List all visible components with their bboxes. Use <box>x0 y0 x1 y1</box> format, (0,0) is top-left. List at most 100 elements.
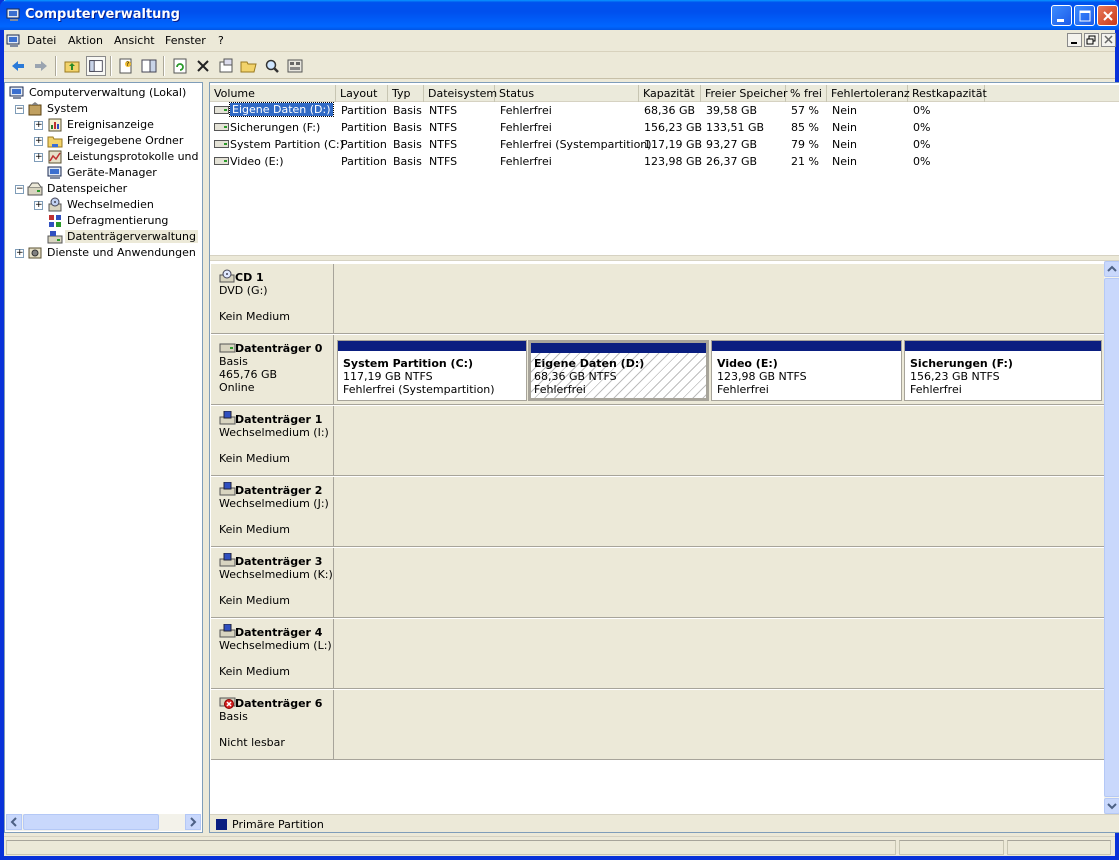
type-cell: Basis <box>393 155 422 168</box>
tree-item-event-viewer[interactable]: Ereignisanzeige <box>47 117 202 133</box>
disk-info[interactable]: Datenträger 3 Wechselmedium (K:) Kein Me… <box>211 548 334 617</box>
collapse-toggle[interactable]: − <box>15 185 24 194</box>
disk-view-vertical-scrollbar[interactable] <box>1104 261 1119 814</box>
show-hide-action-pane-icon[interactable] <box>139 56 159 76</box>
partition-e[interactable]: Video (E:) 123,98 GB NTFS Fehlerfrei <box>711 340 902 401</box>
search-icon[interactable] <box>262 56 282 76</box>
volume-row[interactable]: System Partition (C:) Partition Basis NT… <box>210 136 1119 153</box>
maximize-button[interactable] <box>1074 5 1095 26</box>
child-minimize-button[interactable] <box>1067 33 1082 47</box>
disk-row-disk4[interactable]: Datenträger 4 Wechselmedium (L:) Kein Me… <box>211 619 1104 689</box>
menu-aktion[interactable]: Aktion <box>68 34 103 47</box>
tree-label: Datenspeicher <box>47 182 128 195</box>
tree-item-system[interactable]: System <box>27 101 202 117</box>
tree-item-defragmentation[interactable]: Defragmentierung <box>47 213 202 229</box>
properties-icon[interactable] <box>216 56 236 76</box>
tree-item-shared-folders[interactable]: Freigegebene Ordner <box>47 133 202 149</box>
close-button[interactable] <box>1097 5 1118 26</box>
tree-item-removable-storage[interactable]: Wechselmedien <box>47 197 202 213</box>
partition-c[interactable]: System Partition (C:) 117,19 GB NTFS Feh… <box>337 340 527 401</box>
disk-info[interactable]: Datenträger 4 Wechselmedium (L:) Kein Me… <box>211 619 334 688</box>
delete-icon[interactable] <box>193 56 213 76</box>
title-bar[interactable]: Computerverwaltung <box>0 0 1119 30</box>
open-folder-icon[interactable] <box>239 56 259 76</box>
disk-info[interactable]: CD 1 DVD (G:) Kein Medium <box>211 264 334 333</box>
column-header-type[interactable]: Typ <box>388 85 424 102</box>
menu-fenster[interactable]: Fenster <box>165 34 206 47</box>
overhead-cell: 0% <box>913 138 931 151</box>
column-header-overhead[interactable]: Restkapazität <box>908 85 987 102</box>
column-header-capacity[interactable]: Kapazität <box>639 85 701 102</box>
expand-toggle[interactable]: + <box>34 121 43 130</box>
column-header-free-space[interactable]: Freier Speicher <box>701 85 788 102</box>
tree-item-device-manager[interactable]: Geräte-Manager <box>47 165 202 181</box>
column-header-volume[interactable]: Volume <box>210 85 336 102</box>
scroll-left-button[interactable] <box>6 814 22 830</box>
column-header-status[interactable]: Status <box>495 85 639 102</box>
menu-datei[interactable]: Datei <box>27 34 56 47</box>
menu-ansicht[interactable]: Ansicht <box>114 34 155 47</box>
refresh-icon[interactable] <box>170 56 190 76</box>
disk-info[interactable]: Datenträger 1 Wechselmedium (I:) Kein Me… <box>211 406 334 475</box>
up-folder-icon[interactable] <box>62 56 82 76</box>
defrag-icon <box>49 215 61 227</box>
partition-name: Sicherungen (F:) <box>910 357 1013 370</box>
partition-status: Fehlerfrei <box>717 383 769 396</box>
hard-disk-icon <box>219 343 236 353</box>
back-arrow-icon[interactable] <box>8 56 28 76</box>
scroll-down-button[interactable] <box>1104 798 1119 814</box>
collapse-toggle[interactable]: − <box>15 105 24 114</box>
column-header-percent-free[interactable]: % frei <box>786 85 827 102</box>
scroll-up-button[interactable] <box>1104 261 1119 277</box>
help-properties-icon[interactable]: ? <box>116 56 136 76</box>
scroll-thumb[interactable] <box>23 814 159 830</box>
volume-row[interactable]: Eigene Daten (D:) Partition Basis NTFS F… <box>210 102 1119 119</box>
disk-props-icon[interactable] <box>285 56 305 76</box>
scroll-right-button[interactable] <box>185 814 201 830</box>
disk-info[interactable]: Datenträger 2 Wechselmedium (J:) Kein Me… <box>211 477 334 546</box>
volume-list: Volume Layout Typ Dateisystem Status Kap… <box>210 83 1119 255</box>
column-header-layout[interactable]: Layout <box>336 85 388 102</box>
tree-item-performance-logs[interactable]: Leistungsprotokolle und War <box>47 149 202 165</box>
filesystem-cell: NTFS <box>429 121 458 134</box>
child-close-button[interactable] <box>1101 33 1116 47</box>
disk-info[interactable]: Datenträger 6 Basis Nicht lesbar <box>211 690 334 759</box>
filesystem-cell: NTFS <box>429 138 458 151</box>
column-header-filesystem[interactable]: Dateisystem <box>424 85 497 102</box>
disk-row-disk3[interactable]: Datenträger 3 Wechselmedium (K:) Kein Me… <box>211 548 1104 618</box>
mdi-system-icon[interactable] <box>6 33 22 49</box>
minimize-icon <box>1057 19 1064 22</box>
disk-type: Wechselmedium (J:) <box>219 497 329 510</box>
menu-help[interactable]: ? <box>218 34 224 47</box>
disk-row-disk0[interactable]: Datenträger 0 Basis 465,76 GB Online Sys… <box>211 335 1104 405</box>
scroll-thumb[interactable] <box>1104 278 1119 797</box>
tree-item-computer-management[interactable]: Computerverwaltung (Lokal) <box>9 85 202 101</box>
forward-arrow-icon[interactable] <box>31 56 51 76</box>
disk-type: Wechselmedium (L:) <box>219 639 332 652</box>
toolbar: ? <box>4 53 1115 79</box>
disk-row-disk1[interactable]: Datenträger 1 Wechselmedium (I:) Kein Me… <box>211 406 1104 476</box>
minimize-button[interactable] <box>1051 5 1072 26</box>
disk-row-disk2[interactable]: Datenträger 2 Wechselmedium (J:) Kein Me… <box>211 477 1104 547</box>
disk-row-disk6[interactable]: Datenträger 6 Basis Nicht lesbar <box>211 690 1104 760</box>
disk-row-cd1[interactable]: CD 1 DVD (G:) Kein Medium <box>211 264 1104 334</box>
volume-row[interactable]: Sicherungen (F:) Partition Basis NTFS Fe… <box>210 119 1119 136</box>
tree-horizontal-scrollbar[interactable] <box>6 814 201 831</box>
tree-item-storage[interactable]: Datenspeicher <box>27 181 202 197</box>
column-header-fault-tolerance[interactable]: Fehlertoleranz <box>827 85 910 102</box>
expand-toggle[interactable]: + <box>34 153 43 162</box>
expand-toggle[interactable]: + <box>15 249 24 258</box>
removable-disk-icon <box>219 482 236 496</box>
tree-item-services-applications[interactable]: Dienste und Anwendungen <box>27 245 202 261</box>
primary-partition-bar <box>531 343 706 353</box>
partition-f[interactable]: Sicherungen (F:) 156,23 GB NTFS Fehlerfr… <box>904 340 1102 401</box>
volume-row[interactable]: Video (E:) Partition Basis NTFS Fehlerfr… <box>210 153 1119 170</box>
disk-info[interactable]: Datenträger 0 Basis 465,76 GB Online <box>211 335 334 404</box>
expand-toggle[interactable]: + <box>34 137 43 146</box>
layout-cell: Partition <box>341 121 387 134</box>
expand-toggle[interactable]: + <box>34 201 43 210</box>
partition-d[interactable]: Eigene Daten (D:) 68,36 GB NTFS Fehlerfr… <box>528 340 709 401</box>
show-hide-tree-icon[interactable] <box>86 56 106 76</box>
child-restore-button[interactable] <box>1084 33 1099 47</box>
tree-item-disk-management[interactable]: Datenträgerverwaltung <box>47 229 202 245</box>
